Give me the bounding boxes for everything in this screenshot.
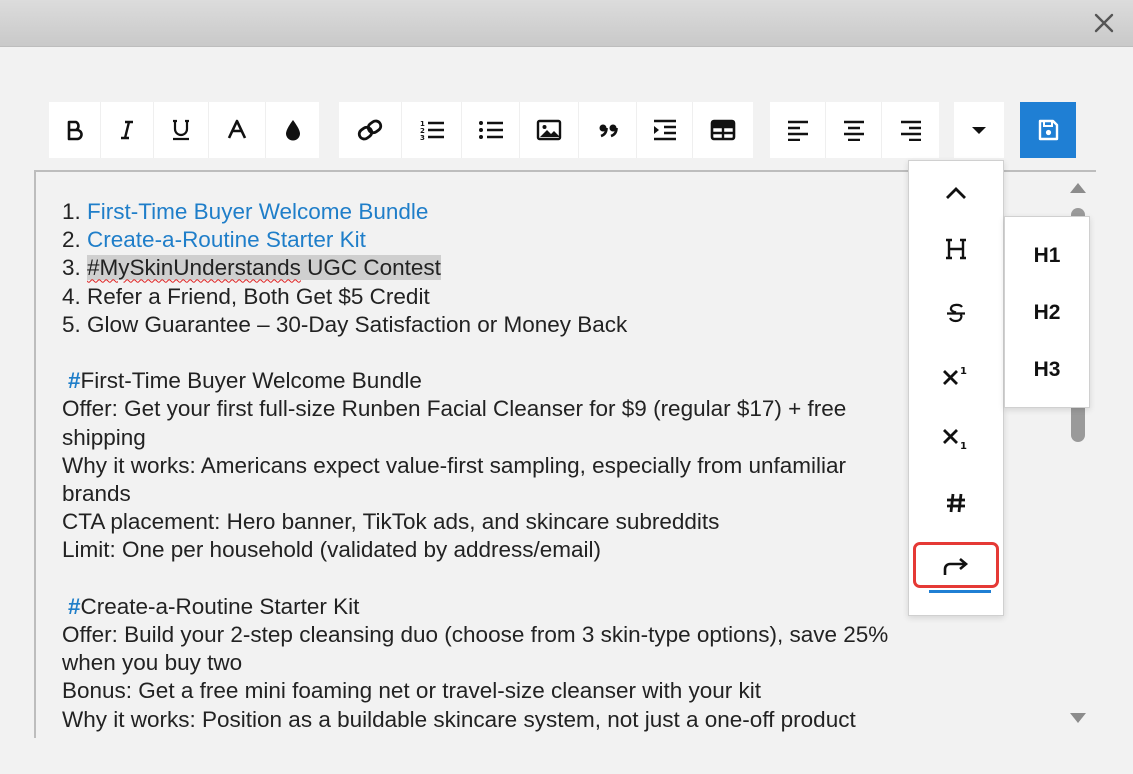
unordered-list-button[interactable] <box>462 102 520 158</box>
paragraph-text: when you buy two <box>62 650 243 676</box>
list-item-text: UGC Contest <box>300 255 441 281</box>
heading-icon <box>946 238 966 260</box>
caret-down-icon <box>972 127 986 134</box>
list-number: 2. <box>62 227 88 253</box>
selected-text: #MySkinUnderstands UGC Contest <box>87 255 441 281</box>
paragraph-text: Offer: Get your first full-size Runben F… <box>62 396 847 422</box>
align-toolbar-group <box>770 102 939 158</box>
hashtag-marker: # <box>68 593 81 619</box>
paragraph-line: Bonus: Get a free mini foaming net or tr… <box>62 677 1062 705</box>
blockquote-button[interactable] <box>579 102 637 158</box>
list-number: 5. <box>62 311 88 337</box>
superscript-button[interactable]: 1 <box>909 347 1003 403</box>
misspelled-hashtag: #MySkinUnderstands <box>87 255 301 281</box>
table-button[interactable] <box>693 102 753 158</box>
collapse-button[interactable] <box>909 165 1003 221</box>
paragraph-line: Offer: Build your 2-step cleansing duo (… <box>62 621 1062 649</box>
ordered-list-icon: 1 2 3 <box>420 120 444 142</box>
list-item-link[interactable]: First-Time Buyer Welcome Bundle <box>87 199 428 224</box>
underline-button[interactable] <box>154 102 209 158</box>
strikethrough-button[interactable] <box>909 285 1003 341</box>
paragraph-text: brands <box>62 481 131 507</box>
list-number: 4. <box>62 283 88 309</box>
align-center-button[interactable] <box>826 102 882 158</box>
list-number: 1. <box>62 199 88 224</box>
redo-highlight-outline <box>913 542 999 588</box>
paragraph-text: Bonus: Get a free mini foaming net or tr… <box>62 678 762 704</box>
title-bar <box>0 0 1133 47</box>
hashtag-marker: # <box>68 368 81 394</box>
scroll-up-icon <box>1070 183 1086 193</box>
close-button[interactable] <box>1089 8 1119 38</box>
bold-icon <box>67 120 83 141</box>
heading-h2-option[interactable]: H2 <box>1005 284 1089 341</box>
paragraph-text: Offer: Build your 2-step cleansing duo (… <box>62 622 889 648</box>
hashtag-button[interactable] <box>909 475 1003 531</box>
chevron-up-icon <box>946 187 966 199</box>
image-button[interactable] <box>520 102 579 158</box>
paragraph-line: when you buy two <box>62 649 1062 677</box>
paragraph-text: CTA placement: Hero banner, TikTok ads, … <box>62 509 720 535</box>
list-number: 3. <box>62 255 88 281</box>
scroll-down-button[interactable] <box>1068 710 1088 726</box>
insert-toolbar-group: 1 2 3 <box>339 102 753 158</box>
paragraph-text: Why it works: Americans expect value-fir… <box>62 452 847 478</box>
scroll-up-button[interactable] <box>1068 180 1088 196</box>
hash-icon <box>947 493 965 513</box>
svg-text:1: 1 <box>960 441 967 451</box>
font-size-icon <box>227 119 247 139</box>
section-heading-text: First-Time Buyer Welcome Bundle <box>80 368 422 394</box>
align-left-icon <box>787 120 808 141</box>
paragraph-text: shipping <box>62 424 146 450</box>
active-indicator <box>929 590 991 593</box>
italic-icon <box>121 120 133 140</box>
blockquote-icon <box>599 124 618 138</box>
color-drop-icon <box>285 120 300 141</box>
heading-button[interactable] <box>909 221 1003 277</box>
align-left-button[interactable] <box>770 102 826 158</box>
svg-text:1: 1 <box>960 366 967 377</box>
link-icon <box>357 119 383 141</box>
superscript-icon: 1 <box>943 366 967 385</box>
ordered-list-button[interactable]: 1 2 3 <box>402 102 462 158</box>
align-right-button[interactable] <box>882 102 939 158</box>
heading-h1-option[interactable]: H1 <box>1005 227 1089 284</box>
strikethrough-icon <box>947 303 965 323</box>
subscript-icon: 1 <box>943 429 967 451</box>
paragraph-text: Limit: One per household (validated by a… <box>62 537 602 563</box>
italic-button[interactable] <box>101 102 154 158</box>
list-item-text: Glow Guarantee – 30-Day Satisfaction or … <box>87 311 628 337</box>
heading-h3-option[interactable]: H3 <box>1005 341 1089 398</box>
list-item-link[interactable]: Create-a-Routine Starter Kit <box>87 227 366 252</box>
save-icon <box>1038 119 1059 141</box>
color-button[interactable] <box>266 102 319 158</box>
font-size-button[interactable] <box>209 102 266 158</box>
image-icon <box>536 119 562 141</box>
svg-text:3: 3 <box>420 134 425 142</box>
indent-button[interactable] <box>637 102 693 158</box>
subscript-button[interactable]: 1 <box>909 411 1003 467</box>
more-toolbar-group <box>954 102 1004 158</box>
section-heading-text: Create-a-Routine Starter Kit <box>80 593 360 619</box>
underline-icon <box>173 119 189 141</box>
indent-icon <box>653 119 676 141</box>
save-button[interactable] <box>1020 102 1076 158</box>
more-options-button[interactable] <box>954 102 1004 158</box>
align-right-icon <box>900 120 921 141</box>
table-icon <box>710 119 736 141</box>
list-item-text: Refer a Friend, Both Get $5 Credit <box>87 283 430 309</box>
align-center-icon <box>843 120 864 141</box>
bold-button[interactable] <box>49 102 101 158</box>
paragraph-text: Why it works: Position as a buildable sk… <box>62 706 856 732</box>
format-toolbar-group <box>49 102 319 158</box>
unordered-list-icon <box>478 121 503 139</box>
heading-submenu: H1 H2 H3 <box>1004 216 1090 408</box>
paragraph-line: Why it works: Position as a buildable sk… <box>62 706 1062 734</box>
scroll-down-icon <box>1070 713 1086 723</box>
close-icon <box>1094 13 1114 33</box>
link-button[interactable] <box>339 102 402 158</box>
